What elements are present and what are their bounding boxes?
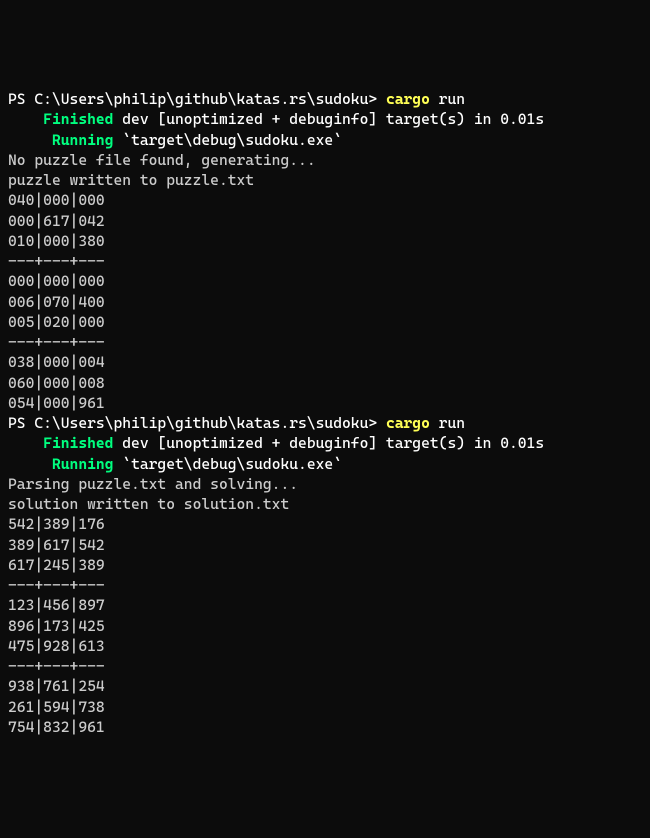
output-line: 261|594|738 [8,697,642,717]
command-binary: cargo [386,414,430,432]
prompt-line[interactable]: PS C:\Users\philip\github\katas.rs\sudok… [8,413,642,433]
command-arg: run [430,90,465,108]
output-line: 938|761|254 [8,676,642,696]
prompt-ps: PS [8,414,34,432]
output-line: Parsing puzzle.txt and solving... [8,474,642,494]
output-line: 123|456|897 [8,595,642,615]
output-line: 006|070|400 [8,292,642,312]
prompt-path: C:\Users\philip\github\katas.rs\sudoku> [34,414,386,432]
output-line: ---+---+--- [8,575,642,595]
output-line: No puzzle file found, generating... [8,150,642,170]
indent [8,455,52,473]
prompt-path: C:\Users\philip\github\katas.rs\sudoku> [34,90,386,108]
finished-rest: dev [unoptimized + debuginfo] target(s) … [113,434,544,452]
prompt-line[interactable]: PS C:\Users\philip\github\katas.rs\sudok… [8,89,642,109]
output-line: ---+---+--- [8,251,642,271]
running-rest: `target\debug\sudoku.exe` [113,455,342,473]
output-line: ---+---+--- [8,656,642,676]
output-line: puzzle written to puzzle.txt [8,170,642,190]
finished-keyword: Finished [43,434,113,452]
output-line: 475|928|613 [8,636,642,656]
output-line: 010|000|380 [8,231,642,251]
output-line: 054|000|961 [8,393,642,413]
output-line: 542|389|176 [8,514,642,534]
output-line: 038|000|004 [8,352,642,372]
output-line: 000|617|042 [8,211,642,231]
output-line: ---+---+--- [8,332,642,352]
running-line: Running `target\debug\sudoku.exe` [8,454,642,474]
running-line: Running `target\debug\sudoku.exe` [8,130,642,150]
finished-line: Finished dev [unoptimized + debuginfo] t… [8,109,642,129]
command-binary: cargo [386,90,430,108]
running-keyword: Running [52,131,114,149]
indent [8,131,52,149]
indent [8,434,43,452]
output-line: 754|832|961 [8,717,642,737]
output-line: 060|000|008 [8,373,642,393]
finished-rest: dev [unoptimized + debuginfo] target(s) … [113,110,544,128]
finished-keyword: Finished [43,110,113,128]
command-arg: run [430,414,465,432]
output-line: 000|000|000 [8,271,642,291]
indent [8,110,43,128]
terminal-content[interactable]: PS C:\Users\philip\github\katas.rs\sudok… [8,89,642,737]
output-line: 617|245|389 [8,555,642,575]
output-line: 040|000|000 [8,190,642,210]
finished-line: Finished dev [unoptimized + debuginfo] t… [8,433,642,453]
output-line: 896|173|425 [8,616,642,636]
running-rest: `target\debug\sudoku.exe` [113,131,342,149]
running-keyword: Running [52,455,114,473]
output-line: 005|020|000 [8,312,642,332]
output-line: solution written to solution.txt [8,494,642,514]
prompt-ps: PS [8,90,34,108]
output-line: 389|617|542 [8,535,642,555]
